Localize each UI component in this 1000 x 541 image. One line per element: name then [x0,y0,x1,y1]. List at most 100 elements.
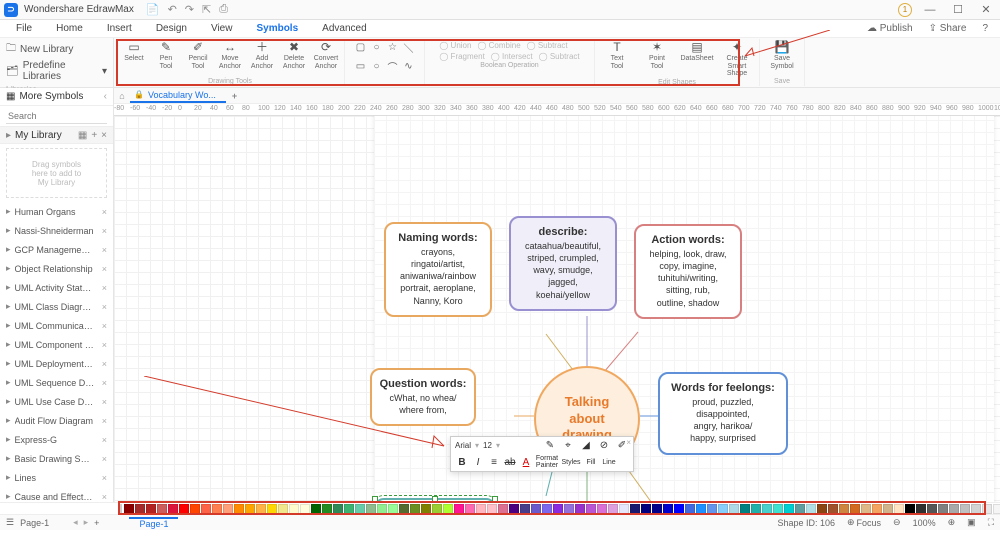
color-swatch[interactable] [179,504,189,514]
font-color-button[interactable]: A [519,457,533,468]
brush-icon[interactable]: ✎ [543,440,557,451]
color-swatch[interactable] [729,504,739,514]
clear-icon[interactable]: ⊘ [597,440,611,451]
color-swatch[interactable] [575,504,585,514]
boolean-combine[interactable]: ◯ Combine [477,41,520,50]
status-fullscreen-icon[interactable]: ⛶ [988,517,994,528]
qa-redo-icon[interactable]: ↷ [185,3,194,16]
color-swatch[interactable] [443,504,453,514]
color-swatch[interactable] [949,504,959,514]
qa-save-icon[interactable]: 📄 [146,3,160,16]
page-label[interactable]: Page-1 [20,518,49,528]
color-swatch[interactable] [927,504,937,514]
page-next-icon[interactable]: ▸ [84,517,89,528]
color-swatch[interactable] [311,504,321,514]
color-swatch[interactable] [366,504,376,514]
no-fill-swatch[interactable] [120,504,122,514]
shape-preset-0[interactable]: ▢ [354,41,368,53]
qa-undo-icon[interactable]: ↶ [168,3,177,16]
publish-button[interactable]: ☁ Publish [859,23,921,34]
more-symbols-header[interactable]: ▦ More Symbols ‹ [0,88,113,106]
color-swatch[interactable] [652,504,662,514]
status-zoom-out[interactable]: ⊖ [893,517,901,528]
user-badge[interactable]: 1 [898,3,912,17]
menu-design[interactable]: Design [144,23,199,34]
color-swatch[interactable] [828,504,838,514]
color-swatch[interactable] [300,504,310,514]
boolean-subtract[interactable]: ◯ Subtract [527,41,568,50]
edit-text-tool[interactable]: TTextTool [599,41,635,70]
my-library-header[interactable]: ▸ My Library ▦ + × [0,126,113,144]
menu-file[interactable]: File [4,23,44,34]
color-swatch[interactable] [960,504,970,514]
library-item[interactable]: ▸GCP Management Tools× [0,240,113,259]
color-swatch[interactable] [850,504,860,514]
menu-symbols[interactable]: Symbols [244,23,310,34]
boolean-subtract[interactable]: ◯ Subtract [539,52,580,61]
drawing-tool-delete-anchor[interactable]: ✖DeleteAnchor [280,41,308,70]
color-swatch[interactable] [520,504,530,514]
color-swatch[interactable] [740,504,750,514]
color-swatch[interactable] [333,504,343,514]
color-swatch[interactable] [839,504,849,514]
library-item[interactable]: ▸Cause and Effect Diagram× [0,487,113,502]
library-item[interactable]: ▸UML Use Case Diagram× [0,392,113,411]
color-swatch[interactable] [674,504,684,514]
drawing-tool-move-anchor[interactable]: ↔MoveAnchor [216,41,244,70]
help-icon[interactable]: ? [974,23,996,34]
lib-grid-icon[interactable]: ▦ [78,130,87,141]
tab-home-icon[interactable]: ⌂ [114,91,130,101]
color-swatch[interactable] [267,504,277,514]
canvas[interactable]: Talkingaboutdrawing Naming words:crayons… [114,116,1000,502]
strike-button[interactable]: ab [503,457,517,468]
color-swatch[interactable] [344,504,354,514]
color-swatch[interactable] [905,504,915,514]
tab-add-button[interactable]: + [226,91,243,101]
color-swatch[interactable] [498,504,508,514]
color-swatch[interactable] [773,504,783,514]
drawing-tool-pencil-tool[interactable]: ✐PencilTool [184,41,212,70]
color-swatch[interactable] [245,504,255,514]
library-item[interactable]: ▸Audit Flow Diagram× [0,411,113,430]
library-item[interactable]: ▸UML Class Diagram× [0,297,113,316]
color-swatch[interactable] [223,504,233,514]
color-swatch[interactable] [982,504,992,514]
search-input[interactable] [6,108,107,124]
color-swatch[interactable] [509,504,519,514]
page-list-icon[interactable]: ☰ [6,517,14,528]
library-item[interactable]: ▸UML Deployment Diagram× [0,354,113,373]
color-swatch[interactable] [454,504,464,514]
color-swatch[interactable] [542,504,552,514]
color-swatch[interactable] [531,504,541,514]
color-swatch[interactable] [751,504,761,514]
boolean-fragment[interactable]: ◯ Fragment [439,52,484,61]
menu-home[interactable]: Home [44,23,95,34]
shape-preset-4[interactable]: ▭ [354,60,368,72]
color-swatch[interactable] [817,504,827,514]
color-swatch[interactable] [883,504,893,514]
styles-label[interactable]: Styles [561,459,580,466]
color-swatch[interactable] [201,504,211,514]
color-swatch[interactable] [124,504,134,514]
fill-label[interactable]: Fill [587,459,596,466]
font-size-select[interactable]: 12 [483,441,492,450]
color-swatch[interactable] [707,504,717,514]
color-swatch[interactable] [157,504,167,514]
color-swatch[interactable] [212,504,222,514]
edit-point-tool[interactable]: ✶PointTool [639,41,675,70]
font-family-select[interactable]: Arial [455,441,471,450]
color-swatch[interactable] [168,504,178,514]
shape-preset-6[interactable]: ⌒ [386,60,400,72]
node-describe[interactable]: describe:cataahua/beautiful, striped, cr… [509,216,617,311]
color-swatch[interactable] [190,504,200,514]
color-swatch[interactable] [234,504,244,514]
menu-view[interactable]: View [199,23,245,34]
floating-format-toolbar[interactable]: × Arial▾ 12▾ ✎ ⌖ ◢ ⊘ ✐ B I ≡ ab A [450,436,634,472]
library-item[interactable]: ▸UML Component Diagram× [0,335,113,354]
color-swatch[interactable] [465,504,475,514]
shape-preset-1[interactable]: ○ [370,41,384,53]
color-swatch[interactable] [608,504,618,514]
node-action-words[interactable]: Action words:helping, look, draw, copy, … [634,224,742,319]
color-swatch[interactable] [355,504,365,514]
color-swatch[interactable] [894,504,904,514]
